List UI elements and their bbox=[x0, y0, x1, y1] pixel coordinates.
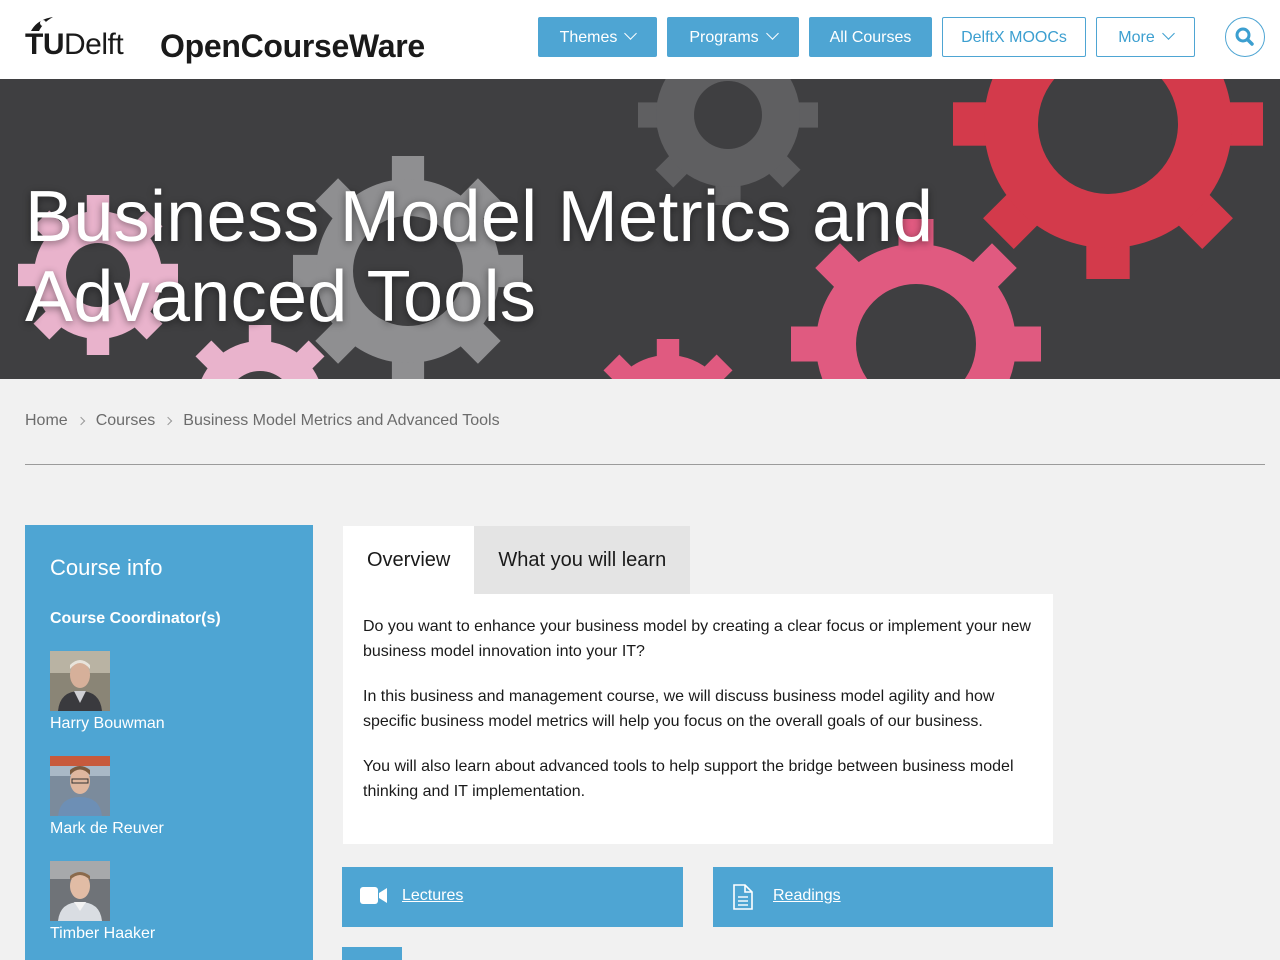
coordinators-label: Course Coordinator(s) bbox=[50, 610, 221, 627]
coordinator-item: Timber Haaker bbox=[50, 861, 290, 943]
tab-overview[interactable]: Overview bbox=[343, 526, 475, 594]
overview-paragraph: In this business and management course, … bbox=[363, 688, 995, 730]
overview-paragraph: Do you want to enhance your business mod… bbox=[363, 618, 1031, 660]
coordinator-name[interactable]: Timber Haaker bbox=[50, 925, 290, 943]
chevron-right-icon bbox=[76, 416, 85, 426]
search-button[interactable] bbox=[1225, 17, 1265, 57]
course-info-title: Course info bbox=[50, 555, 163, 580]
breadcrumb-courses[interactable]: Courses bbox=[96, 412, 156, 430]
course-info-panel: Course info Course Coordinator(s) Harry … bbox=[25, 525, 313, 960]
nav-programs-label: Programs bbox=[689, 29, 759, 46]
nav-more-label: More bbox=[1118, 29, 1155, 46]
video-camera-icon bbox=[360, 887, 387, 904]
breadcrumb-current: Business Model Metrics and Advanced Tool… bbox=[183, 412, 500, 429]
nav-themes-button[interactable]: Themes bbox=[538, 17, 657, 57]
lectures-button[interactable]: Lectures bbox=[342, 867, 683, 927]
document-icon bbox=[733, 884, 753, 910]
coordinator-item: Mark de Reuver bbox=[50, 756, 290, 838]
lectures-label: Lectures bbox=[402, 887, 464, 904]
nav-delftx-moocs-button[interactable]: DelftX MOOCs bbox=[942, 17, 1086, 57]
hero-banner: Business Model Metrics and Advanced Tool… bbox=[0, 79, 1280, 379]
readings-button[interactable]: Readings bbox=[713, 867, 1053, 927]
divider bbox=[25, 464, 1265, 465]
page-title: Business Model Metrics and Advanced Tool… bbox=[25, 177, 934, 337]
nav-programs-button[interactable]: Programs bbox=[667, 17, 799, 57]
coordinator-name[interactable]: Mark de Reuver bbox=[50, 820, 290, 838]
resource-button-partial[interactable] bbox=[342, 947, 402, 960]
avatar[interactable] bbox=[50, 861, 110, 921]
search-icon bbox=[1235, 27, 1254, 46]
course-tabs: Overview What you will learn bbox=[343, 526, 691, 594]
nav-themes-label: Themes bbox=[559, 29, 618, 46]
chevron-down-icon bbox=[1161, 27, 1175, 40]
tudelft-logo[interactable]: TUDelft bbox=[25, 16, 135, 64]
logo-text-bold: TU bbox=[25, 28, 65, 61]
avatar[interactable] bbox=[50, 651, 110, 711]
chevron-down-icon bbox=[765, 27, 779, 40]
overview-paragraph: You will also learn about advanced tools… bbox=[363, 758, 1014, 800]
breadcrumb: Home Courses Business Model Metrics and … bbox=[25, 412, 500, 430]
logo-text: Delft bbox=[64, 28, 124, 61]
avatar[interactable] bbox=[50, 756, 110, 816]
readings-label: Readings bbox=[773, 887, 841, 904]
site-header: TUDelft OpenCourseWare Themes Programs A… bbox=[0, 0, 1280, 79]
coordinator-item: Harry Bouwman bbox=[50, 651, 290, 733]
nav-all-courses-button[interactable]: All Courses bbox=[809, 17, 932, 57]
chevron-right-icon bbox=[164, 416, 173, 426]
tab-what-you-will-learn[interactable]: What you will learn bbox=[474, 526, 691, 594]
nav-more-button[interactable]: More bbox=[1096, 17, 1195, 57]
overview-panel: Do you want to enhance your business mod… bbox=[343, 594, 1053, 844]
chevron-down-icon bbox=[624, 27, 638, 40]
breadcrumb-home[interactable]: Home bbox=[25, 412, 68, 430]
site-name[interactable]: OpenCourseWare bbox=[160, 28, 425, 65]
coordinator-name[interactable]: Harry Bouwman bbox=[50, 715, 290, 733]
